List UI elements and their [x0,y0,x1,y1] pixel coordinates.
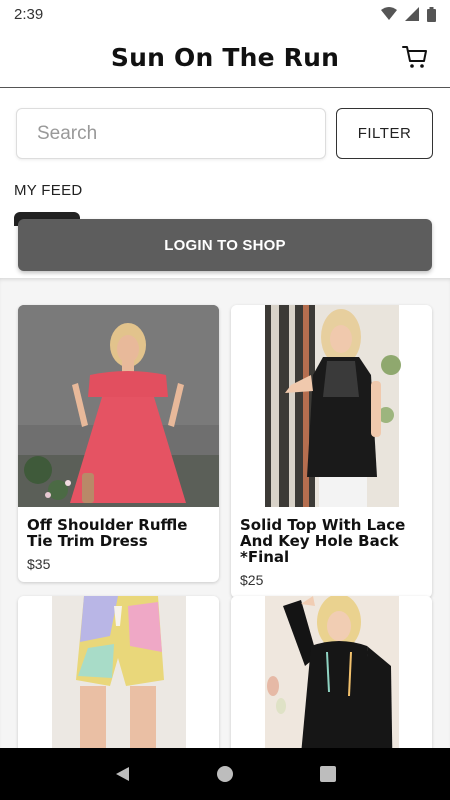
recents-icon[interactable] [319,765,337,783]
system-nav-bar [0,748,450,800]
status-icons [381,6,436,22]
cart-button[interactable] [400,42,430,72]
app-header: Sun On The Run [0,28,450,88]
product-card[interactable] [18,596,219,748]
signal-icon [405,7,419,21]
wifi-icon [381,7,397,20]
login-to-shop-button[interactable]: LOGIN TO SHOP [18,219,432,271]
product-name: Solid Top With Lace And Key Hole Back *F… [240,516,406,566]
product-name: Off Shoulder Ruffle Tie Trim Dress [27,516,188,550]
product-price: $25 [240,572,264,588]
black-lace-top-photo[interactable] [231,305,432,507]
product-grid: Off Shoulder Ruffle Tie Trim Dress $35 S… [0,278,450,748]
product-price: $35 [27,556,51,572]
home-icon[interactable] [216,765,234,783]
search-row: FILTER [16,108,434,160]
product-card[interactable]: Off Shoulder Ruffle Tie Trim Dress $35 [18,305,219,582]
black-hoodie-photo[interactable] [231,596,432,748]
coral-dress-photo[interactable] [18,305,219,507]
product-card[interactable]: Solid Top With Lace And Key Hole Back *F… [231,305,432,598]
feed-label: MY FEED [14,182,83,199]
page-title: Sun On The Run [110,43,340,72]
back-icon[interactable] [113,765,131,783]
cart-icon [402,46,427,68]
search-input[interactable] [16,108,326,159]
tie-dye-shorts-photo[interactable] [18,596,219,748]
status-bar: 2:39 [0,0,450,28]
status-time: 2:39 [14,5,44,23]
filter-button[interactable]: FILTER [336,108,433,159]
product-card[interactable] [231,596,432,748]
battery-icon [427,6,436,22]
